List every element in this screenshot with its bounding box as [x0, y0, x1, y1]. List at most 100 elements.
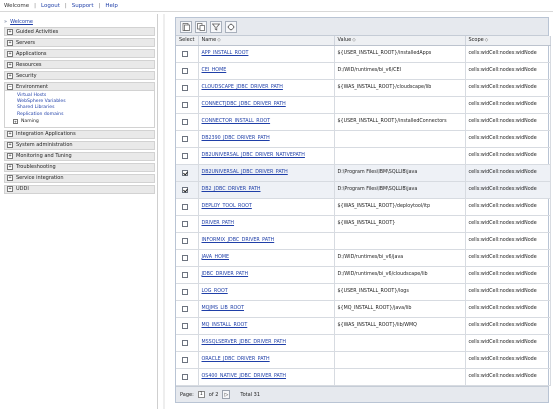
table-row[interactable]: JAVA_HOME D:/WID/runtimes/bi_v6/java cells… [176, 249, 551, 267]
nav-welcome[interactable]: » Welcome [4, 19, 33, 25]
row-checkbox[interactable] [182, 118, 188, 125]
sub-group-naming[interactable]: + Naming [13, 118, 154, 125]
table-row[interactable]: DB2390_JDBC_DRIVER_PATH cells:widCell:nod… [176, 130, 551, 148]
table-row[interactable]: MSSQLSERVER_JDBC_DRIVER_PATH cells:widCel… [176, 334, 551, 352]
nav-item-resources[interactable]: + Resources [4, 60, 155, 69]
table-row[interactable]: DEPLOY_TOOL_ROOT ${WAS_INSTALL_ROOT}/depl… [176, 198, 551, 216]
nav-item-guided-activities[interactable]: + Guided Activities [4, 27, 155, 36]
col-header-scope[interactable]: Scope◇ [465, 36, 551, 46]
variable-name-link[interactable]: ORACLE_JDBC_DRIVER_PATH [202, 357, 270, 362]
table-row[interactable]: JDBC_DRIVER_PATH D:/WID/runtimes/bi_v6/cl… [176, 266, 551, 284]
variable-name-link[interactable]: DRIVER_PATH [202, 221, 235, 226]
variable-name-link[interactable]: DB2390_JDBC_DRIVER_PATH [202, 136, 270, 141]
page-number-input[interactable]: 1 [197, 391, 205, 398]
expand-icon[interactable]: + [13, 118, 18, 124]
variable-name-link[interactable]: CEI_HOME [202, 68, 227, 73]
sort-icon[interactable]: ◇ [352, 38, 355, 43]
col-header-value[interactable]: Value◇ [334, 36, 466, 46]
variable-name-link[interactable]: CONNECTOR_INSTALL_ROOT [202, 119, 271, 124]
row-checkbox[interactable] [182, 220, 188, 227]
row-checkbox[interactable] [182, 84, 188, 91]
table-row[interactable]: CONNECTJDBC_JDBC_DRIVER_PATH cells:widCel… [176, 96, 551, 114]
variable-name-link[interactable]: CONNECTJDBC_JDBC_DRIVER_PATH [202, 102, 286, 107]
table-row[interactable]: INFORMIX_JDBC_DRIVER_PATH cells:widCell:n… [176, 232, 551, 250]
variable-name-link[interactable]: APP_INSTALL_ROOT [202, 51, 249, 56]
expand-icon[interactable]: + [7, 142, 13, 149]
table-row[interactable]: DRIVER_PATH ${WAS_INSTALL_ROOT} cells:widC… [176, 215, 551, 233]
row-checkbox[interactable] [182, 288, 188, 295]
variable-name-link[interactable]: DB2UNIVERSAL_JDBC_DRIVER_PATH [202, 170, 288, 175]
table-row[interactable]: ORACLE_JDBC_DRIVER_PATH cells:widCell:nod… [176, 351, 551, 369]
table-row[interactable]: CLOUDSCAPE_JDBC_DRIVER_PATH ${WAS_INSTALL… [176, 79, 551, 97]
expand-icon[interactable]: + [7, 131, 13, 138]
nav-item-security[interactable]: + Security [4, 71, 155, 80]
new-icon[interactable] [180, 20, 192, 33]
expand-icon[interactable]: + [7, 28, 13, 35]
sort-icon[interactable]: ◇ [217, 38, 220, 43]
copy-icon[interactable] [195, 20, 207, 33]
prefs-icon[interactable] [225, 20, 237, 33]
expand-icon[interactable]: + [7, 164, 13, 171]
expand-icon[interactable]: + [7, 61, 13, 68]
row-checkbox[interactable] [182, 203, 188, 210]
row-checkbox[interactable] [182, 169, 188, 176]
row-checkbox[interactable] [182, 356, 188, 363]
nav-item-troubleshooting[interactable]: + Troubleshooting [4, 162, 155, 172]
row-checkbox[interactable] [182, 305, 188, 312]
variable-name-link[interactable]: DB2UNIVERSAL_JDBC_DRIVER_NATIVEPATH [202, 153, 305, 158]
table-row[interactable]: CONNECTOR_INSTALL_ROOT ${USER_INSTALL_ROO… [176, 113, 551, 131]
row-checkbox[interactable] [182, 186, 188, 193]
table-row[interactable]: CEI_HOME D:/WID/runtimes/bi_v6/CEI cells:w… [176, 62, 551, 80]
nav-item-applications[interactable]: + Applications [4, 49, 155, 58]
variable-name-link[interactable]: LOG_ROOT [202, 289, 228, 294]
variable-name-link[interactable]: OS400_NATIVE_JDBC_DRIVER_PATH [202, 374, 287, 379]
variable-name-link[interactable]: CLOUDSCAPE_JDBC_DRIVER_PATH [202, 85, 283, 90]
variable-name-link[interactable]: JAVA_HOME [202, 255, 230, 260]
nav-item-service-integration[interactable]: + Service integration [4, 173, 155, 183]
table-row[interactable]: OS400_NATIVE_JDBC_DRIVER_PATH cells:widCe… [176, 368, 551, 386]
row-checkbox[interactable] [182, 135, 188, 142]
row-checkbox[interactable] [182, 50, 188, 57]
expand-icon[interactable]: + [7, 72, 13, 79]
variable-name-link[interactable]: INFORMIX_JDBC_DRIVER_PATH [202, 238, 275, 243]
table-row[interactable]: LOG_ROOT ${USER_INSTALL_ROOT}/logs cells:w… [176, 283, 551, 301]
logout-link[interactable]: Logout [41, 3, 60, 9]
collapse-icon[interactable]: − [7, 83, 13, 90]
variable-name-link[interactable]: MQJMS_LIB_ROOT [202, 306, 245, 311]
col-header-name[interactable]: Name◇ [198, 36, 335, 46]
row-checkbox[interactable] [182, 237, 188, 244]
expand-icon[interactable]: + [7, 186, 13, 193]
pane-splitter[interactable] [163, 14, 165, 409]
variable-name-link[interactable]: DEPLOY_TOOL_ROOT [202, 204, 252, 209]
table-row[interactable]: DB2UNIVERSAL_JDBC_DRIVER_PATH D:\Program … [176, 164, 551, 182]
nav-item-servers[interactable]: + Servers [4, 38, 155, 47]
expand-icon[interactable]: + [7, 153, 13, 160]
nav-welcome-link[interactable]: Welcome [10, 19, 33, 25]
row-checkbox[interactable] [182, 373, 188, 380]
variable-name-link[interactable]: DB2_JDBC_DRIVER_PATH [202, 187, 261, 192]
nav-item-system-administration[interactable]: + System administration [4, 140, 155, 150]
support-link[interactable]: Support [72, 3, 94, 9]
variable-name-link[interactable]: MQ_INSTALL_ROOT [202, 323, 248, 328]
expand-icon[interactable]: + [7, 175, 13, 182]
sort-icon[interactable]: ◇ [485, 38, 488, 43]
table-row[interactable]: DB2UNIVERSAL_JDBC_DRIVER_NATIVEPATH cells… [176, 147, 551, 165]
row-checkbox[interactable] [182, 101, 188, 108]
next-page-button[interactable]: ▷ [222, 390, 231, 399]
variable-name-link[interactable]: MSSQLSERVER_JDBC_DRIVER_PATH [202, 340, 286, 345]
row-checkbox[interactable] [182, 322, 188, 329]
nav-item-uddi[interactable]: + UDDI [4, 184, 155, 194]
help-link[interactable]: Help [105, 3, 118, 9]
nav-item-monitoring-and-tuning[interactable]: + Monitoring and Tuning [4, 151, 155, 161]
row-checkbox[interactable] [182, 339, 188, 346]
expand-icon[interactable]: + [7, 39, 13, 46]
row-checkbox[interactable] [182, 152, 188, 159]
variable-name-link[interactable]: JDBC_DRIVER_PATH [202, 272, 249, 277]
row-checkbox[interactable] [182, 271, 188, 278]
nav-item-integration-applications[interactable]: + Integration Applications [4, 129, 155, 139]
expand-icon[interactable]: + [7, 50, 13, 57]
filter-icon[interactable] [210, 20, 222, 33]
nav-item-environment[interactable]: − Environment [4, 82, 155, 91]
table-row[interactable]: MQ_INSTALL_ROOT ${WAS_INSTALL_ROOT}/lib/W… [176, 317, 551, 335]
table-row[interactable]: DB2_JDBC_DRIVER_PATH D:\Program Files\IBM… [176, 181, 551, 199]
